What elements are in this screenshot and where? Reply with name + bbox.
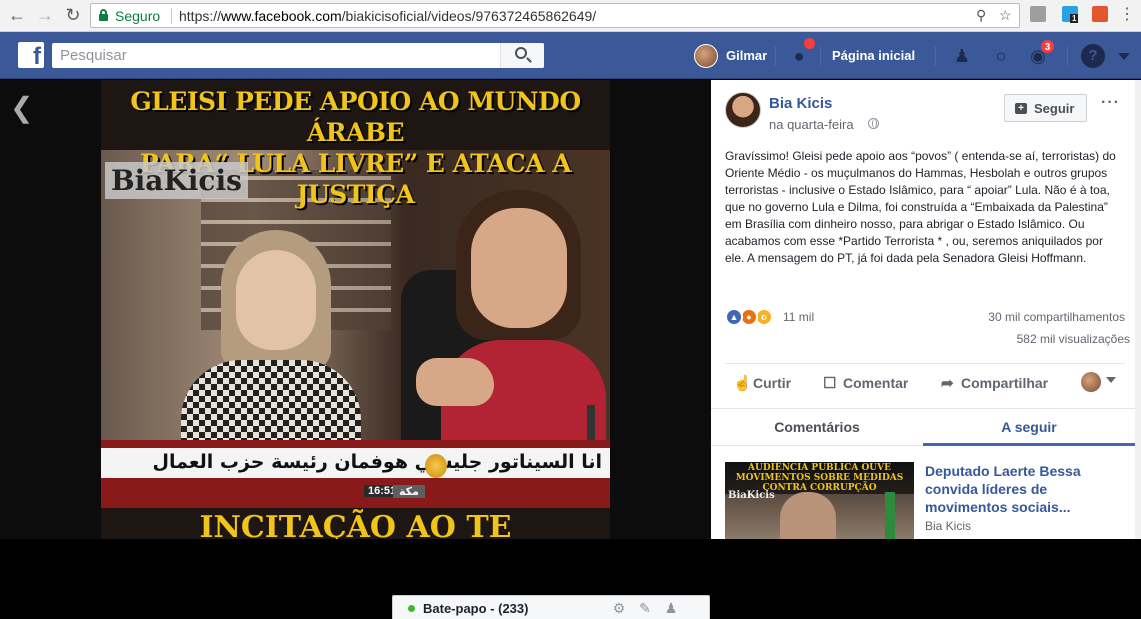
like-reaction-icon: ▲ [725,308,743,326]
search-input[interactable] [52,43,502,68]
address-bar[interactable]: Seguro https://www.facebook.com/biakicis… [90,3,1020,28]
profile-link[interactable]: Gilmar [726,48,767,63]
post-panel: Bia Kicis na quarta-feira + Seguir ··· G… [711,80,1141,539]
forward-arrow-icon[interactable]: → [34,4,56,26]
share-button[interactable]: ➦ Compartilhar [941,374,1048,392]
header-divider [775,46,776,66]
thumbnail-flag [885,492,895,539]
previous-arrow-icon[interactable]: ❮ [10,94,33,122]
share-label: Compartilhar [961,375,1049,391]
more-options-icon[interactable]: ··· [1101,94,1120,112]
reactions-count[interactable]: 11 mil [783,310,814,324]
notifications-badge: 3 [1040,39,1055,54]
header-divider [1067,46,1068,66]
ticker-text: انا السيناتور جليسي هوفمان رئيسة حزب الع… [152,451,602,473]
thumbnail-speaker [780,492,836,539]
thumbnail-watermark: BiaKicis [728,490,775,501]
tab-comments[interactable]: Comentários [711,409,923,446]
like-button[interactable]: ☝Curtir [733,374,791,392]
browser-toolbar: ← → ↻ Seguro https://www.facebook.com/bi… [0,0,1141,32]
home-link[interactable]: Página inicial [832,48,915,63]
video-frame[interactable]: GLEISI PEDE APOIO AO MUNDO ÁRABE PARA“ L… [101,80,610,539]
new-message-icon[interactable]: ✎ [637,600,653,616]
search-box [52,43,544,68]
chat-bar[interactable]: Bate-papo - (233) ⚙ ✎ ♟ [392,595,710,619]
share-arrow-icon: ➦ [941,375,954,392]
chat-group-icon[interactable]: ♟ [663,600,679,616]
ticker-band: انا السيناتور جليسي هوفمان رئيسة حزب الع… [101,448,610,478]
facebook-logo-icon[interactable]: f [18,42,44,70]
video-viewer: ❮ GLEISI PEDE APOIO AO MUNDO ÁRABE PARA“… [0,80,711,619]
panel-scrollbar[interactable] [1135,80,1141,539]
headline-line-1: GLEISI PEDE APOIO AO MUNDO ÁRABE [130,87,581,147]
bookmark-star-icon[interactable]: ☆ [999,7,1012,24]
extension-t-icon[interactable] [1030,6,1046,22]
browser-menu-icon[interactable]: ⋮ [1116,4,1138,26]
help-icon[interactable]: ? [1081,44,1105,68]
search-button[interactable] [500,43,544,68]
extension-office-icon[interactable] [1092,6,1108,22]
public-globe-icon [868,118,879,129]
reload-icon[interactable]: ↻ [62,4,84,26]
tab-up-next[interactable]: A seguir [923,409,1135,446]
facebook-header: f Gilmar ● Página inicial ♟ ○ ◉ 3 ? [0,32,1141,79]
reaction-icons[interactable]: ▲ ● o [725,308,779,326]
comment-button[interactable]: ☐ Comentar [823,374,908,392]
zoom-icon[interactable]: ⚲ [976,7,986,24]
video-caption: INCITAÇÃO AO TE [199,510,512,539]
like-label: Curtir [753,375,792,391]
user-avatar[interactable] [694,44,718,68]
url-text[interactable]: https://www.facebook.com/biakicisoficial… [179,8,596,24]
header-divider [820,46,821,66]
thumbs-up-icon: ☝ [733,375,752,392]
account-menu-caret-icon[interactable] [1118,53,1130,60]
search-icon [515,47,527,59]
messenger-icon[interactable]: ○ [989,44,1013,68]
chat-settings-gear-icon[interactable]: ⚙ [611,600,627,616]
lock-icon [99,9,108,21]
next-video-title[interactable]: Deputado Laerte Bessa convida líderes de… [925,462,1125,516]
share-as-caret-icon[interactable] [1106,377,1116,383]
follow-plus-icon: + [1015,103,1027,114]
next-video-author[interactable]: Bia Kicis [925,519,971,533]
header-divider [935,46,936,66]
online-status-icon [408,605,415,612]
post-text: Gravíssimo! Gleisi pede apoio aos “povos… [725,149,1116,265]
secure-label: Seguro [115,8,161,24]
extension-badge: 1 [1070,14,1079,23]
shares-count[interactable]: 30 mil compartilhamentos [988,310,1125,324]
chat-label: Bate-papo - (233) [423,601,529,616]
extension-ghost-icon[interactable]: 1 [1062,6,1079,23]
views-count: 582 mil visualizações [1016,332,1130,346]
news-ticker: انا السيناتور جليسي هوفمان رئيسة حزب الع… [101,440,610,508]
follow-button[interactable]: + Seguir [1004,94,1087,122]
panel-tabs: Comentários A seguir [711,408,1135,446]
post-actions: ☝Curtir ☐ Comentar ➦ Compartilhar [725,363,1125,399]
create-badge-dot [804,38,815,49]
url-path: /biakicisoficial/videos/976372465862649/ [341,8,597,24]
channel-logo-icon [425,454,447,478]
url-host: www.facebook.com [221,8,342,24]
url-prefix: https:// [179,8,222,24]
post-date[interactable]: na quarta-feira [769,117,854,132]
author-name[interactable]: Bia Kicis [769,95,832,112]
author-avatar[interactable] [725,92,761,128]
comment-label: Comentar [843,375,909,391]
follow-label: Seguir [1034,101,1075,116]
back-arrow-icon[interactable]: ← [6,4,28,26]
comment-bubble-icon: ☐ [823,375,837,392]
address-divider [171,8,172,24]
video-watermark: BiaKicis [105,162,248,199]
next-video-thumbnail[interactable]: AUDIÊNCIA PÚBLICA OUVE MOVIMENTOS SOBRE … [725,462,914,539]
ticker-location: مكة [393,485,425,498]
friend-requests-icon[interactable]: ♟ [950,44,974,68]
share-as-avatar[interactable] [1081,372,1101,392]
